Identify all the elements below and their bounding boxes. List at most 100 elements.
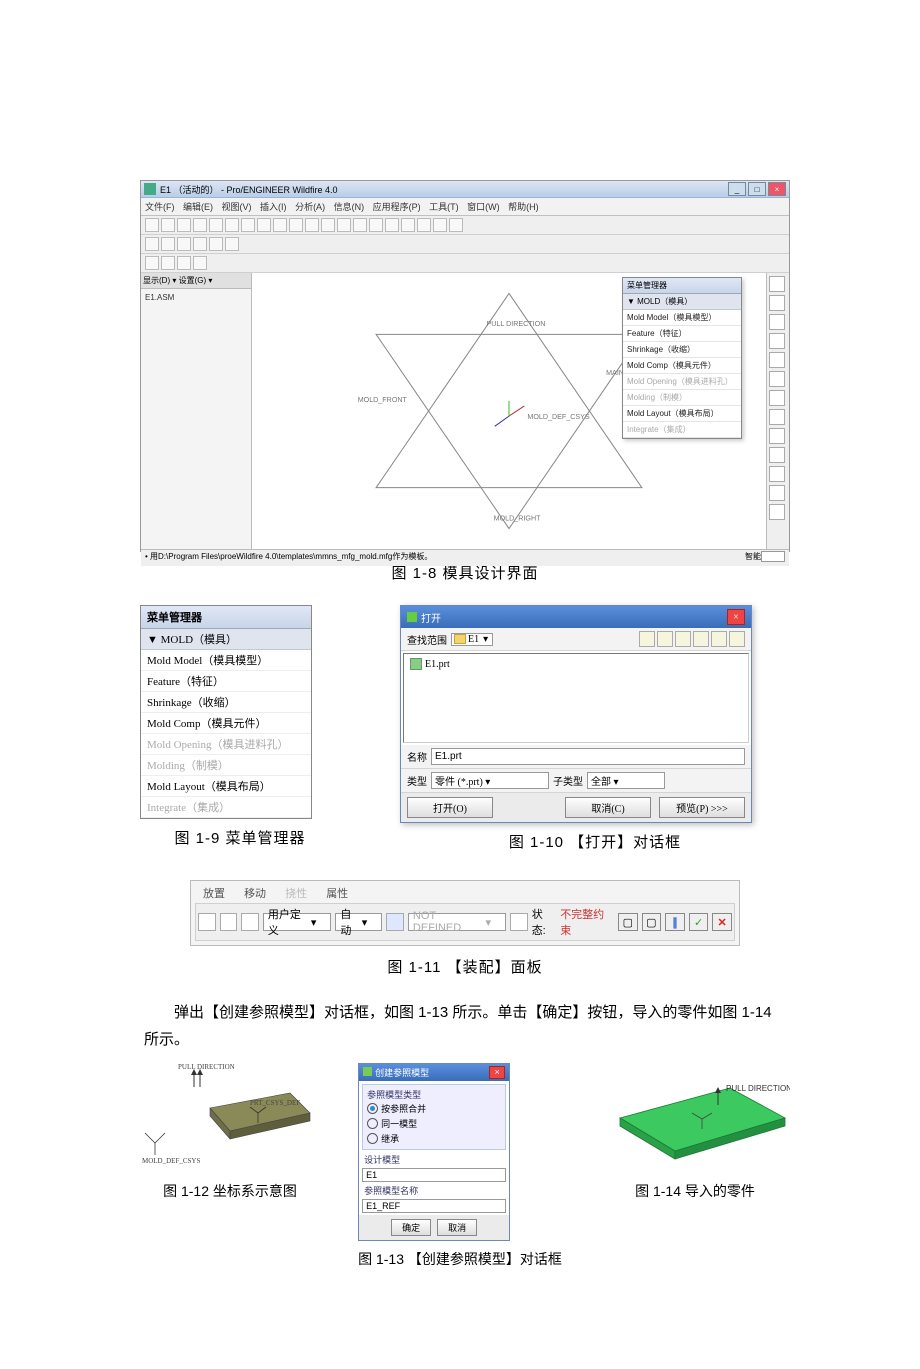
tool-icon[interactable] [161,237,175,251]
nav-icon[interactable] [729,631,745,647]
tool-icon[interactable] [145,218,159,232]
tree-toolbar[interactable]: 显示(D) ▾ 设置(G) ▾ [141,273,251,289]
nav-icon[interactable] [639,631,655,647]
tab-props[interactable]: 属性 [318,883,356,903]
tool-icon[interactable] [385,218,399,232]
asm-icon[interactable]: ▢ [618,913,638,931]
type-dropdown[interactable]: 零件 (*.prt) ▾ [431,772,549,789]
asm-icon[interactable] [386,913,404,931]
tool-icon[interactable] [305,218,319,232]
toolbar-2[interactable] [141,235,789,254]
name-input[interactable] [431,748,745,765]
menu-item[interactable]: Mold Comp（模具元件） [141,713,311,734]
tool-icon[interactable] [241,218,255,232]
menu-analysis[interactable]: 分析(A) [295,202,325,212]
subtype-dropdown[interactable]: 全部 ▾ [587,772,665,789]
tool-icon[interactable] [769,447,785,463]
tool-icon[interactable] [193,256,207,270]
right-toolbar[interactable] [766,273,789,549]
nav-icon[interactable] [711,631,727,647]
menu-edit[interactable]: 编辑(E) [183,202,213,212]
tool-icon[interactable] [417,218,431,232]
menu-app[interactable]: 应用程序(P) [373,202,421,212]
flip-icon[interactable] [510,913,528,931]
model-tree-root[interactable]: E1.ASM [141,289,251,306]
menu-item[interactable]: Mold Model（模具模型） [623,310,741,326]
radio-same[interactable]: 同一模型 [367,1116,501,1131]
menu-item[interactable]: Mold Comp（模具元件） [623,358,741,374]
tool-icon[interactable] [145,256,159,270]
menu-manager-floating[interactable]: 菜单管理器 ▼ MOLD（模具） Mold Model（模具模型） Featur… [622,277,742,439]
menu-manager-panel[interactable]: 菜单管理器 ▼ MOLD（模具） Mold Model（模具模型） Featur… [140,605,312,819]
tool-icon[interactable] [769,276,785,292]
close-icon[interactable]: × [489,1066,505,1079]
offset-dropdown[interactable]: NOT DEFINED ▾ [408,913,506,931]
tool-icon[interactable] [769,504,785,520]
menu-insert[interactable]: 插入(I) [260,202,287,212]
constraint-set-dropdown[interactable]: 用户定义 ▾ [263,913,331,931]
tool-icon[interactable] [289,218,303,232]
asm-icon[interactable]: ▢ [642,913,662,931]
close-icon[interactable]: × [727,609,745,625]
tool-icon[interactable] [401,218,415,232]
constraint-auto-dropdown[interactable]: 自动 ▾ [335,913,382,931]
menu-info[interactable]: 信息(N) [334,202,365,212]
tool-icon[interactable] [177,256,191,270]
preview-button[interactable]: 预览(P) >>> [659,797,745,818]
ok-button[interactable]: ✓ [689,913,709,931]
close-button[interactable]: × [768,182,786,196]
menu-item[interactable]: Mold Model（模具模型） [141,650,311,671]
tool-icon[interactable] [193,237,207,251]
tool-icon[interactable] [769,295,785,311]
ok-button[interactable]: 确定 [391,1219,431,1236]
nav-icon[interactable] [693,631,709,647]
tool-icon[interactable] [769,485,785,501]
tool-icon[interactable] [209,237,223,251]
nav-icon[interactable] [657,631,673,647]
tool-icon[interactable] [337,218,351,232]
asm-icon[interactable] [198,913,216,931]
file-list[interactable]: E1.prt [403,653,749,743]
minimize-button[interactable]: _ [728,182,746,196]
radio-merge[interactable]: 按参照合并 [367,1101,501,1116]
tool-icon[interactable] [209,218,223,232]
cancel-button[interactable]: 取消(C) [565,797,651,818]
menu-item[interactable]: Mold Layout（模具布局） [623,406,741,422]
tool-icon[interactable] [353,218,367,232]
tool-icon[interactable] [769,409,785,425]
menu-item[interactable]: Feature（特征） [141,671,311,692]
tool-icon[interactable] [769,428,785,444]
tool-icon[interactable] [225,218,239,232]
toolbar-3[interactable] [141,254,789,273]
tool-icon[interactable] [769,352,785,368]
tool-icon[interactable] [161,218,175,232]
menu-item[interactable]: Mold Layout（模具布局） [141,776,311,797]
asm-icon[interactable] [220,913,238,931]
tool-icon[interactable] [257,218,271,232]
tool-icon[interactable] [273,218,287,232]
menu-tools[interactable]: 工具(T) [429,202,459,212]
menu-item[interactable]: Shrinkage（收缩） [141,692,311,713]
tool-icon[interactable] [177,218,191,232]
tool-icon[interactable] [161,256,175,270]
maximize-button[interactable]: □ [748,182,766,196]
tool-icon[interactable] [193,218,207,232]
tool-icon[interactable] [225,237,239,251]
cancel-button[interactable]: ✕ [712,913,732,931]
asm-icon[interactable] [241,913,259,931]
menu-view[interactable]: 视图(V) [222,202,252,212]
menu-help[interactable]: 帮助(H) [508,202,539,212]
tool-icon[interactable] [769,314,785,330]
menubar[interactable]: 文件(F) 编辑(E) 视图(V) 插入(I) 分析(A) 信息(N) 应用程序… [141,198,789,216]
tool-icon[interactable] [769,371,785,387]
toolbar-1[interactable] [141,216,789,235]
nav-icon[interactable] [675,631,691,647]
tool-icon[interactable] [769,333,785,349]
menu-item[interactable]: Shrinkage（收缩） [623,342,741,358]
tool-icon[interactable] [449,218,463,232]
menu-window[interactable]: 窗口(W) [467,202,500,212]
viewport[interactable]: PULL DIRECTION MOLD_FRONT MAIN_PARTING_P… [252,273,766,549]
pause-button[interactable]: ∥ [665,913,685,931]
open-button[interactable]: 打开(O) [407,797,493,818]
status-filter-dropdown[interactable] [761,551,785,562]
